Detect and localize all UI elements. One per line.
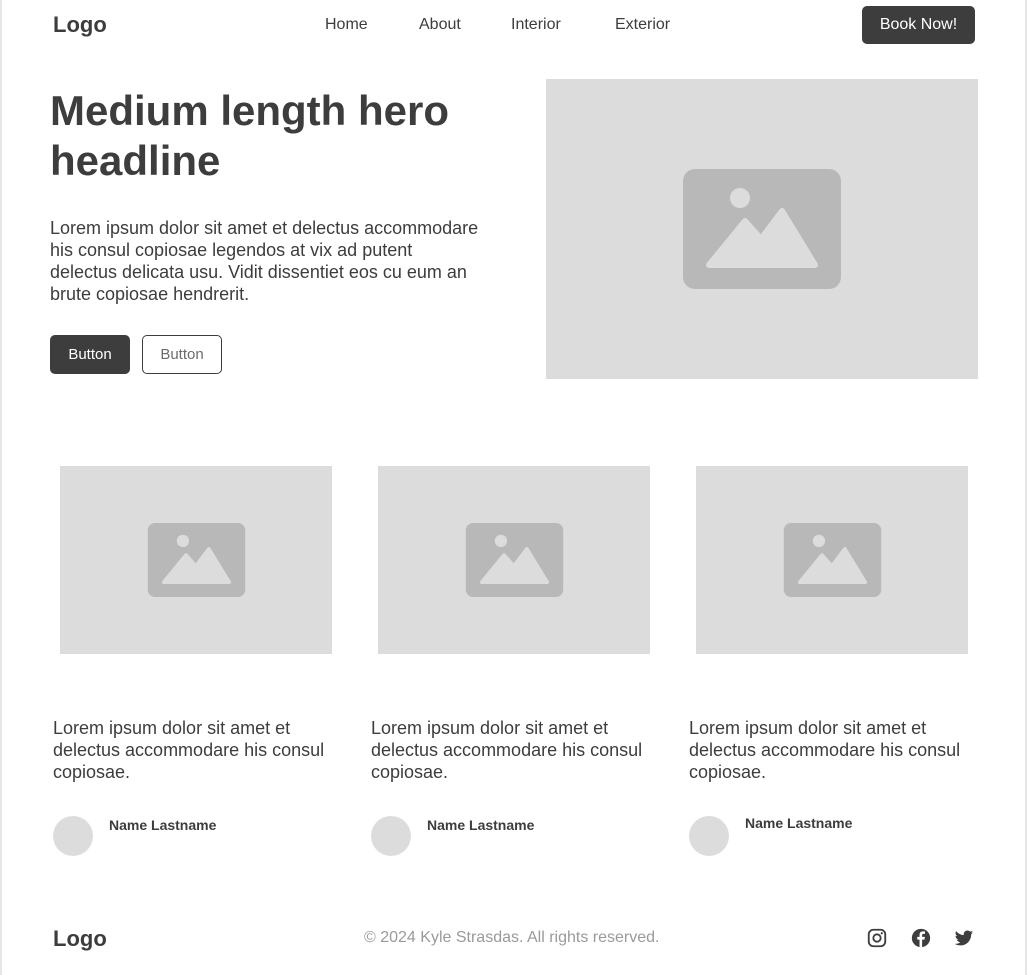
book-now-button[interactable]: Book Now! (862, 6, 975, 44)
author-name: Name Lastname (745, 815, 853, 831)
hero-body-text: Lorem ipsum dolor sit amet et delectus a… (50, 218, 479, 304)
nav-home[interactable]: Home (325, 16, 368, 34)
footer-logo[interactable]: Logo (53, 926, 107, 952)
header-logo[interactable]: Logo (53, 12, 107, 38)
author-name: Name Lastname (427, 817, 535, 833)
card-text: Lorem ipsum dolor sit amet et delectus a… (371, 718, 643, 782)
card-image-placeholder (696, 466, 968, 654)
nav-exterior[interactable]: Exterior (615, 16, 670, 34)
nav-interior[interactable]: Interior (511, 16, 561, 34)
card-text: Lorem ipsum dolor sit amet et delectus a… (53, 718, 325, 782)
author-name: Name Lastname (109, 817, 217, 833)
copyright-text: © 2024 Kyle Strasdas. All rights reserve… (364, 929, 660, 946)
card-image-placeholder (378, 466, 650, 654)
hero-image-placeholder (546, 79, 978, 379)
hero-secondary-button[interactable]: Button (142, 335, 222, 374)
avatar (371, 816, 411, 856)
avatar (689, 816, 729, 856)
twitter-icon[interactable] (953, 927, 975, 949)
image-placeholder-icon (683, 169, 841, 289)
image-placeholder-icon (783, 523, 881, 597)
image-placeholder-icon (465, 523, 563, 597)
hero-headline: Medium length hero headline (50, 87, 449, 184)
card-image-placeholder (60, 466, 332, 654)
card-text: Lorem ipsum dolor sit amet et delectus a… (689, 718, 961, 782)
facebook-icon[interactable] (910, 927, 932, 949)
avatar (53, 816, 93, 856)
image-placeholder-icon (147, 523, 245, 597)
hero-primary-button[interactable]: Button (50, 335, 130, 374)
instagram-icon[interactable] (866, 927, 888, 949)
nav-about[interactable]: About (419, 16, 461, 34)
